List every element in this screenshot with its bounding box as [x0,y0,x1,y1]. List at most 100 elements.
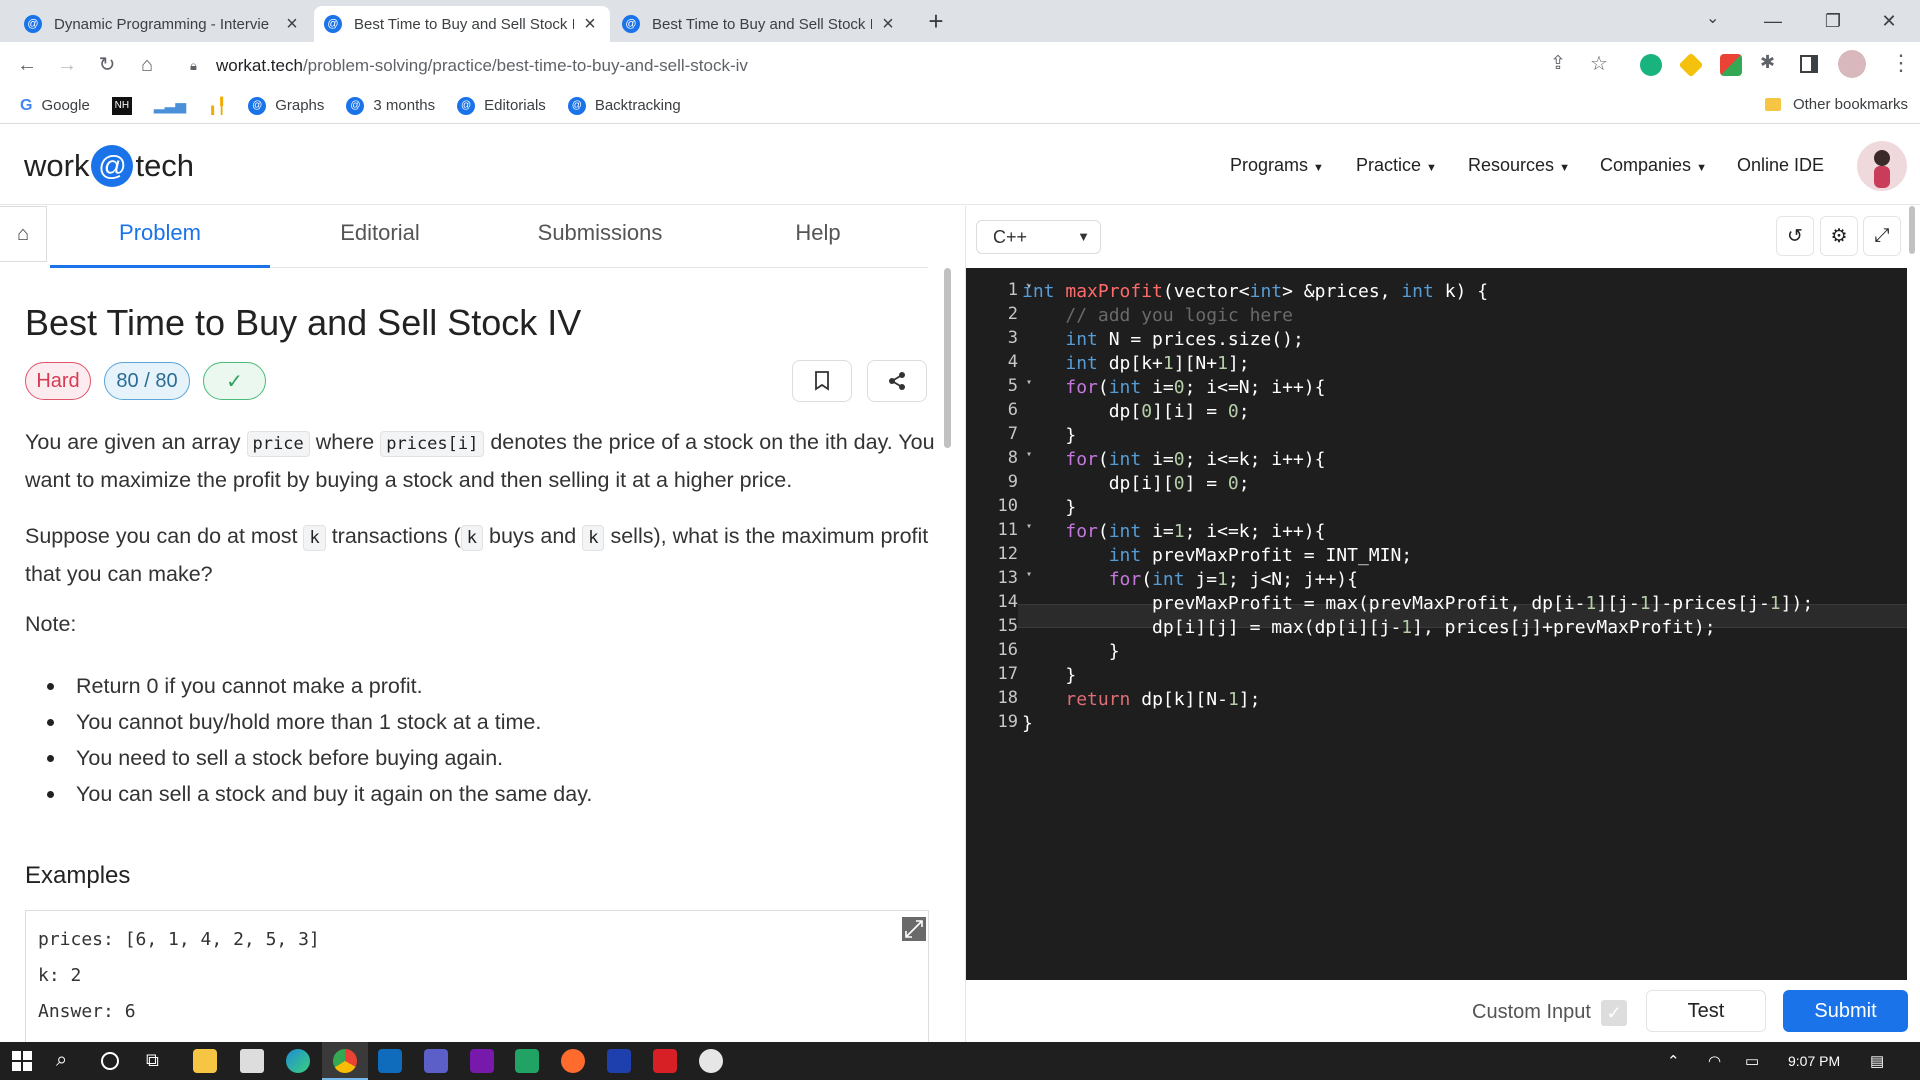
nav-label: Resources [1468,155,1555,175]
bookmark-chart[interactable]: ▂▃▅ [154,97,186,114]
bookmark-3-months[interactable]: @ 3 months [346,96,435,115]
tab-problem[interactable]: Problem [50,220,270,246]
profile-avatar-icon[interactable] [1838,50,1866,78]
excel-sheet-icon[interactable] [515,1049,539,1073]
chrome-icon[interactable] [333,1049,357,1073]
bookmark-backtracking[interactable]: @ Backtracking [567,96,681,115]
example-box: prices: [6, 1, 4, 2, 5, 3] k: 2 Answer: … [25,910,929,1042]
nav-practice[interactable]: Practice ▼ [1356,155,1437,176]
highlighter-extension-icon[interactable] [1678,52,1704,78]
nav-label: Practice [1356,155,1422,175]
bookmark-button[interactable] [792,360,852,402]
desc-text: Suppose you can do at most [25,524,304,548]
more-menu-icon[interactable]: ⋮ [1890,50,1912,76]
tab-editorial[interactable]: Editorial [270,220,490,246]
windows-start-icon[interactable] [12,1051,32,1076]
notifications-icon[interactable]: ▤ [1870,1052,1884,1070]
inline-code: k [460,525,484,551]
bookmark-label: Editorials [484,97,546,114]
close-tab-icon[interactable]: × [282,13,302,36]
close-window-icon[interactable]: ✕ [1866,6,1912,36]
color-extension-icon[interactable] [1720,54,1742,76]
inline-code: prices[i] [380,431,485,457]
editor-settings-button[interactable]: ⚙ [1820,216,1858,256]
minimize-icon[interactable]: — [1750,6,1796,36]
reset-code-button[interactable]: ↺ [1776,216,1814,256]
bookmark-graphs[interactable]: @ Graphs [248,96,324,115]
problem-scrollbar[interactable] [944,268,951,448]
new-tab-button[interactable]: + [922,8,950,36]
user-avatar[interactable] [1857,141,1907,191]
extensions-puzzle-icon[interactable]: ✱ [1760,52,1775,73]
teams-icon[interactable] [424,1049,448,1073]
code-area[interactable]: int maxProfit(vector<int> &prices, int k… [1022,280,1813,736]
search-icon[interactable]: ⌕ [56,1049,67,1072]
workattech-icon: @ [346,96,365,115]
avatar-image [1874,150,1890,188]
nav-resources[interactable]: Resources ▼ [1468,155,1570,176]
note-label: Note: [25,612,77,636]
solved-badge: ✓ [203,362,266,400]
forward-icon[interactable]: → [52,50,82,80]
outlook-icon[interactable] [378,1049,402,1073]
list-item: You can sell a stock and buy it again on… [45,776,592,812]
custom-input-checkbox[interactable]: ✓ [1601,1000,1627,1026]
browser-tab-1[interactable]: @ Dynamic Programming - Intervie × [14,6,312,42]
side-panel-icon[interactable] [1800,55,1818,73]
back-icon[interactable]: ← [12,50,42,80]
grammarly-extension-icon[interactable] [1640,54,1662,76]
restore-icon[interactable]: ❐ [1810,6,1856,36]
notion-n-icon[interactable] [607,1049,631,1073]
problem-tabs: Problem Editorial Submissions Help [50,206,928,268]
close-tab-icon[interactable]: × [878,13,898,36]
home-button[interactable]: ⌂ [0,206,47,262]
snip-tool-icon[interactable] [699,1049,723,1073]
editor-scrollbar[interactable] [1909,206,1915,254]
language-select[interactable]: C++ ▼ [976,220,1101,254]
google-icon: G [20,96,33,114]
browser-tab-bar: @ Dynamic Programming - Intervie × @ Bes… [0,0,1920,42]
share-page-icon[interactable]: ⇪ [1550,52,1566,75]
share-button[interactable] [867,360,927,402]
cortana-icon[interactable] [101,1052,119,1070]
task-view-icon[interactable]: ⧉ [146,1050,159,1071]
site-logo[interactable]: work @ tech [24,145,194,187]
url-field[interactable]: 🔒︎ workat.tech/problem-solving/practice/… [178,49,1598,83]
bookmark-editorials[interactable]: @ Editorials [457,96,546,115]
store-icon[interactable] [240,1049,264,1073]
bookmark-bars[interactable]: ╻╿ [208,97,226,115]
code-editor[interactable]: 1 ▾ 2 3 4 5 ▾ 6 7 8 ▾ 9 10 11 ▾ 12 13 ▾ 14 15 16 17 18 19 int m… [966,268,1907,980]
browser-tab-2[interactable]: @ Best Time to Buy and Sell Stock I × [314,6,610,42]
onenote-icon[interactable] [470,1049,494,1073]
tab-search-icon[interactable]: ⌄ [1706,8,1719,28]
line-number: 3 [1007,328,1018,348]
nav-programs[interactable]: Programs ▼ [1230,155,1324,176]
other-bookmarks[interactable]: Other bookmarks [1764,96,1908,113]
taskbar-clock[interactable]: 9:07 PM [1788,1053,1840,1069]
nav-companies[interactable]: Companies ▼ [1600,155,1707,176]
edge-icon[interactable] [286,1049,310,1073]
wifi-icon[interactable]: ◠ [1708,1052,1721,1070]
close-tab-icon[interactable]: × [580,13,600,36]
submit-button[interactable]: Submit [1783,990,1908,1032]
tab-help[interactable]: Help [708,220,928,246]
nav-online-ide[interactable]: Online IDE [1737,155,1824,176]
reload-icon[interactable]: ↻ [92,50,122,80]
battery-icon[interactable]: ▭ [1745,1052,1759,1070]
reset-icon: ↺ [1787,225,1803,247]
postman-icon[interactable] [561,1049,585,1073]
home-icon[interactable]: ⌂ [132,50,162,80]
code-line: } [1022,713,1033,734]
bookmark-google[interactable]: G Google [20,97,90,115]
browser-tab-3[interactable]: @ Best Time to Buy and Sell Stock I × [612,6,908,42]
fullscreen-button[interactable]: ⤢ [1863,216,1901,256]
bookmark-star-icon[interactable]: ☆ [1590,51,1608,76]
tray-chevron-icon[interactable]: ⌃ [1667,1052,1680,1070]
file-explorer-icon[interactable] [193,1049,217,1073]
acrobat-icon[interactable] [653,1049,677,1073]
expand-example-icon[interactable] [902,917,926,941]
bookmark-label: Backtracking [594,97,681,114]
bookmark-nh[interactable]: NH [111,96,132,115]
test-button[interactable]: Test [1646,990,1766,1032]
tab-submissions[interactable]: Submissions [490,220,710,246]
